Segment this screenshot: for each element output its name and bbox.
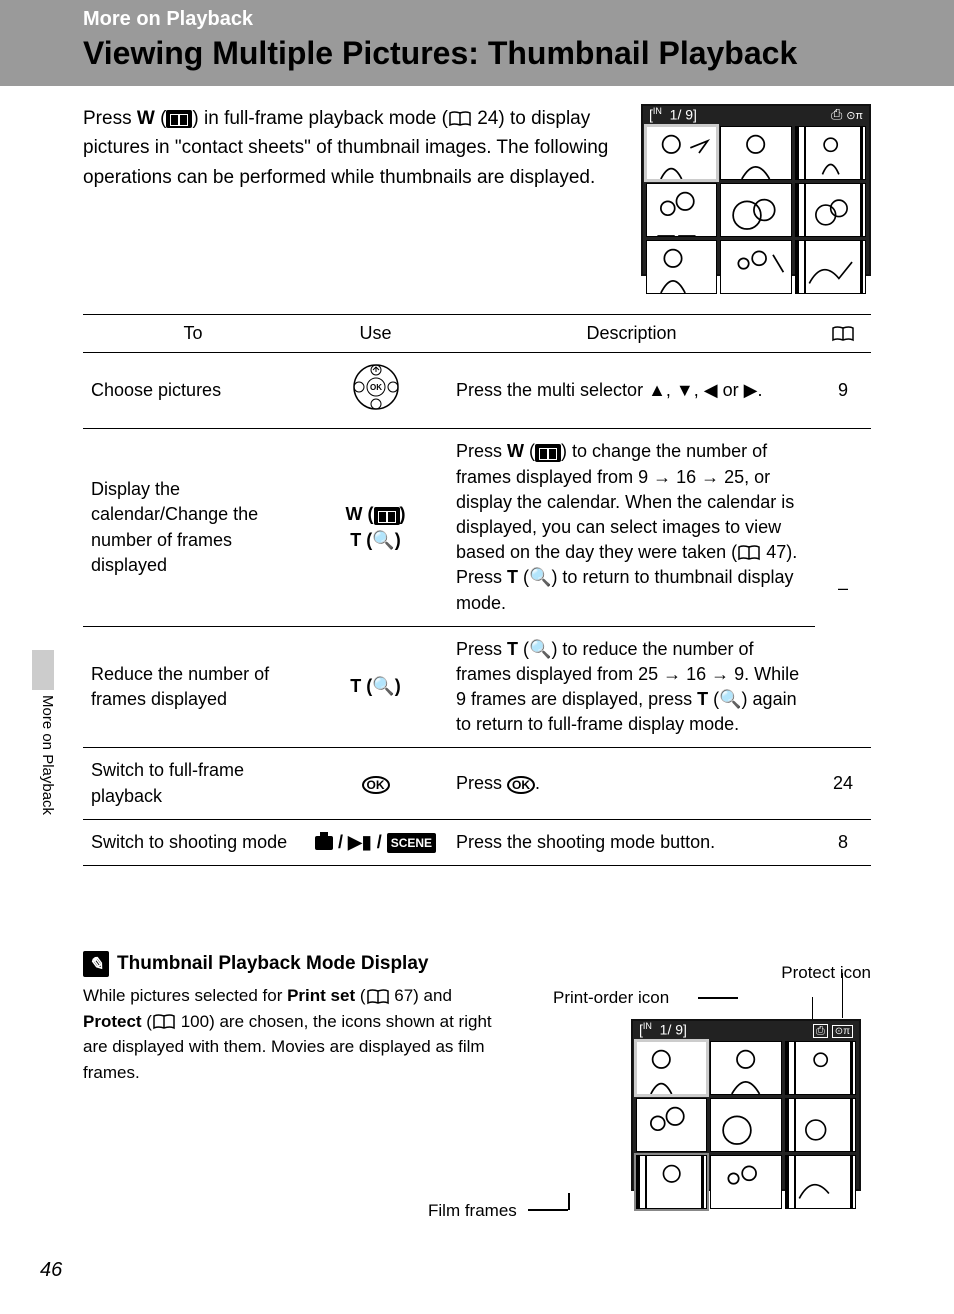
svg-text:OK: OK — [370, 383, 382, 392]
magnify-icon: 🔍 — [372, 530, 394, 550]
col-page — [815, 315, 871, 353]
pencil-icon: ✎ — [83, 951, 109, 977]
note-heading: ✎ Thumbnail Playback Mode Display — [83, 951, 871, 977]
callout-figure: Protect icon Print-order icon [IN 1/ 9] … — [513, 983, 871, 1243]
camera-icon — [315, 836, 333, 850]
operations-table: To Use Description Choose pictures OK Pr… — [83, 314, 871, 866]
page-number: 46 — [40, 1259, 62, 1282]
magnify-icon: 🔍 — [372, 676, 394, 696]
book-icon — [737, 545, 761, 561]
book-icon — [831, 326, 855, 342]
col-use: Use — [303, 315, 448, 353]
movie-icon: ▶▮ — [348, 832, 372, 852]
book-icon — [366, 989, 390, 1005]
table-row: Switch to shooting mode / ▶▮ / SCENE Pre… — [83, 819, 871, 865]
section-tab: More on Playback — [39, 650, 56, 815]
table-row: Display the calendar/Change the number o… — [83, 429, 871, 626]
table-row: Reduce the number of frames displayed T … — [83, 626, 871, 748]
table-header-row: To Use Description — [83, 315, 871, 353]
note-text: While pictures selected for Print set ( … — [83, 983, 493, 1085]
ok-icon: OK — [507, 776, 535, 794]
protect-icon: ⊙π — [832, 1025, 853, 1038]
book-icon — [152, 1014, 176, 1030]
header-bar: More on Playback Viewing Multiple Pictur… — [0, 0, 954, 86]
protect-label: Protect icon — [781, 963, 871, 983]
table-row: Choose pictures OK Press the multi selec… — [83, 353, 871, 429]
multiselector-icon: OK — [345, 363, 407, 411]
thumbnail-icon — [166, 110, 192, 128]
print-label: Print-order icon — [553, 988, 669, 1008]
print-icon: ⎙ — [813, 1024, 828, 1038]
col-to: To — [83, 315, 303, 353]
magnify-icon: 🔍 — [529, 639, 551, 659]
intro-paragraph: Press W () in full-frame playback mode (… — [83, 104, 621, 276]
magnify-icon: 🔍 — [529, 567, 551, 587]
breadcrumb: More on Playback — [83, 8, 934, 31]
thumbnail-icon — [535, 444, 561, 462]
table-row: Switch to full-frame playback OK Press O… — [83, 748, 871, 819]
lcd-preview: [IN 1/ 9] ⎙ ⊙π — [641, 104, 871, 276]
col-desc: Description — [448, 315, 815, 353]
page-title: Viewing Multiple Pictures: Thumbnail Pla… — [83, 35, 934, 72]
scene-icon: SCENE — [387, 833, 436, 854]
magnify-icon: 🔍 — [719, 689, 741, 709]
thumbnail-icon — [374, 507, 400, 525]
book-icon — [448, 111, 472, 127]
film-label: Film frames — [428, 1201, 517, 1221]
print-icon: ⎙ ⊙π — [831, 106, 863, 123]
ok-icon: OK — [362, 776, 390, 794]
